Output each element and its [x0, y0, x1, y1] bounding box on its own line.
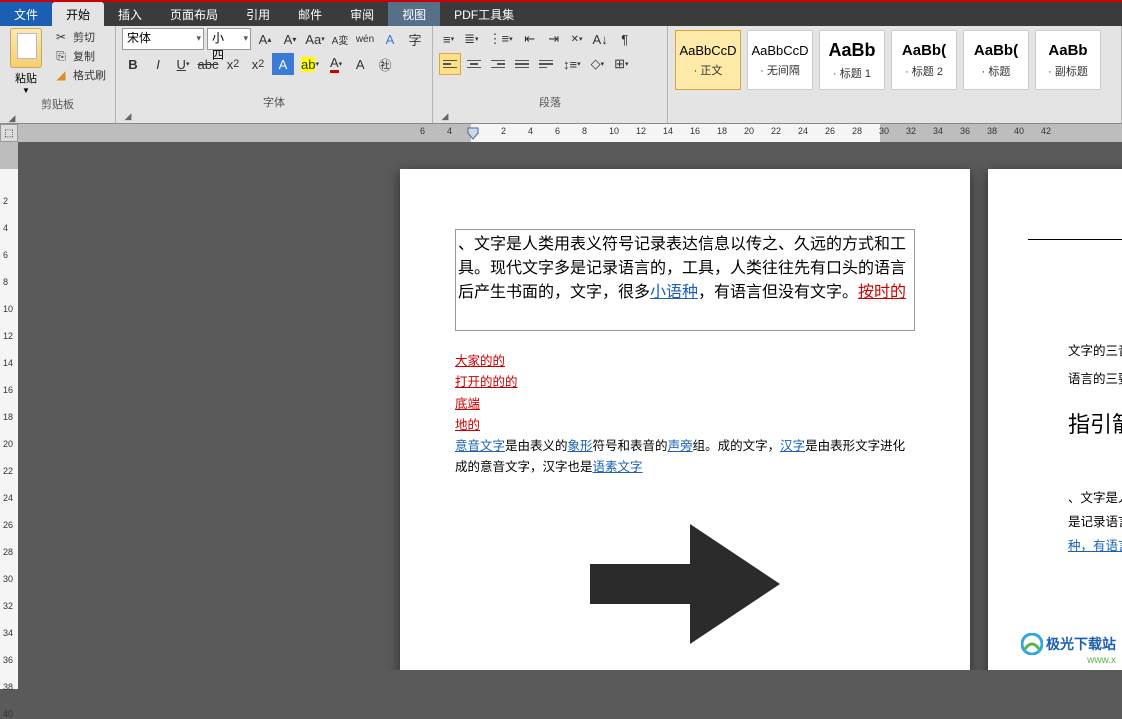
line-spacing-button[interactable]: ↕≡▾ — [559, 53, 585, 75]
vertical-ruler[interactable]: 246810121416182022242628303234363840 — [0, 142, 18, 670]
scissors-icon: ✂ — [53, 29, 69, 45]
link-small-language[interactable]: 小语种 — [650, 284, 698, 301]
grow-font-button[interactable]: A▴ — [254, 28, 276, 50]
font-group-label: 字体 — [263, 97, 285, 109]
brush-icon: ◢ — [53, 67, 69, 83]
tab-review[interactable]: 审阅 — [336, 2, 388, 26]
tab-home[interactable]: 开始 — [52, 2, 104, 26]
tab-insert[interactable]: 插入 — [104, 2, 156, 26]
p2-title: 指引箭 — [1068, 404, 1122, 446]
link-pictograph[interactable]: 象形 — [568, 439, 593, 453]
text-effect-button[interactable]: A — [272, 53, 294, 75]
p2-line-2: 语言的三要 — [1068, 368, 1122, 392]
link-timely[interactable]: 按时的 — [858, 284, 906, 301]
style-标题 2[interactable]: AaBb(· 标题 2 — [891, 30, 957, 90]
show-marks-button[interactable]: ¶ — [614, 28, 636, 50]
page-1: 、文字是人类用表义符号记录表达信息以传之、久远的方式和工具。现代文字多是记录语言… — [400, 169, 970, 670]
link-l4[interactable]: 地的 — [455, 418, 480, 432]
align-center-button[interactable] — [463, 53, 485, 75]
align-justify-button[interactable] — [511, 53, 533, 75]
paste-button[interactable]: 粘贴 ▼ — [6, 28, 46, 95]
tab-layout[interactable]: 页面布局 — [156, 2, 232, 26]
p2-body-1: 、文字是人类 — [1068, 487, 1122, 511]
ribbon: 粘贴 ▼ ✂剪切 ⎘复制 ◢格式刷 剪贴板 ◢ 宋体▾ 小四▾ A▴ A▾ Aa… — [0, 26, 1122, 124]
text-cursor-frame: 、文字是人类用表义符号记录表达信息以传之、久远的方式和工具。现代文字多是记录语言… — [455, 229, 915, 331]
style-标题[interactable]: AaBb(· 标题 — [963, 30, 1029, 90]
clipboard-group-label: 剪贴板 — [41, 99, 74, 111]
numbering-button[interactable]: ≣▾ — [460, 28, 482, 50]
font-size-select[interactable]: 小四▾ — [207, 28, 251, 50]
p2-body-2: 是记录语言的 — [1068, 511, 1122, 535]
link-ideophonetic[interactable]: 意音文字 — [455, 439, 505, 453]
bold-button[interactable]: B — [122, 53, 144, 75]
italic-button[interactable]: I — [147, 53, 169, 75]
align-distribute-button[interactable] — [535, 53, 557, 75]
underline-button[interactable]: U▾ — [172, 53, 194, 75]
link-hanzi[interactable]: 汉字 — [780, 439, 805, 453]
copy-button[interactable]: ⎘复制 — [50, 47, 109, 65]
char-border-button[interactable]: wén — [354, 28, 376, 50]
shrink-font-button[interactable]: A▾ — [279, 28, 301, 50]
arrow-shape-icon — [585, 509, 785, 659]
align-left-button[interactable] — [439, 53, 461, 75]
increase-indent-button[interactable]: ⇥ — [543, 28, 565, 50]
document-canvas[interactable]: 、文字是人类用表义符号记录表达信息以传之、久远的方式和工具。现代文字多是记录语言… — [18, 142, 1122, 670]
logo-icon — [1021, 633, 1043, 655]
link-morpheme[interactable]: 语素文字 — [593, 460, 643, 474]
watermark: 极光下载站 www.x — [1021, 633, 1116, 666]
link-l1[interactable]: 大家的的 — [455, 354, 505, 368]
shading-button[interactable]: ◇▾ — [587, 53, 609, 75]
tab-file[interactable]: 文件 — [0, 2, 52, 26]
tab-view[interactable]: 视图 — [388, 2, 440, 26]
link-species[interactable]: 种，有语言但 — [1068, 539, 1122, 553]
change-case-button[interactable]: Aa▾ — [304, 28, 326, 50]
align-right-button[interactable] — [487, 53, 509, 75]
style-副标题[interactable]: AaBb· 副标题 — [1035, 30, 1101, 90]
phonetic-guide-button[interactable]: A変 — [329, 28, 351, 50]
style-无间隔[interactable]: AaBbCcD· 无间隔 — [747, 30, 813, 90]
group-clipboard: 粘贴 ▼ ✂剪切 ⎘复制 ◢格式刷 剪贴板 ◢ — [0, 26, 116, 123]
borders-button[interactable]: ⊞▾ — [610, 53, 632, 75]
enclose-button[interactable]: 字 — [404, 28, 426, 50]
superscript-button[interactable]: x2 — [247, 53, 269, 75]
group-font: 宋体▾ 小四▾ A▴ A▾ Aa▾ A変 wén A 字 B I U▾ abc … — [116, 26, 433, 123]
style-标题 1[interactable]: AaBb· 标题 1 — [819, 30, 885, 90]
horizontal-ruler[interactable]: 6422468101214161820222426283032343638404… — [18, 124, 1122, 142]
ribbon-tabs: 文件 开始 插入 页面布局 引用 邮件 审阅 视图 PDF工具集 — [0, 2, 1122, 26]
paste-label: 粘贴 — [15, 70, 37, 86]
decrease-indent-button[interactable]: ⇤ — [519, 28, 541, 50]
group-styles: AaBbCcD· 正文AaBbCcD· 无间隔AaBb· 标题 1AaBb(· … — [668, 26, 1122, 123]
subscript-button[interactable]: x2 — [222, 53, 244, 75]
tab-mail[interactable]: 邮件 — [284, 2, 336, 26]
font-name-select[interactable]: 宋体▾ — [122, 28, 204, 50]
sort-button[interactable]: A↓ — [589, 28, 612, 50]
style-正文[interactable]: AaBbCcD· 正文 — [675, 30, 741, 90]
page-2: 文字的三音-- 语言的三要 指引箭 、文字是人类 是记录语言的 种，有语言但 — [988, 169, 1122, 670]
tab-reference[interactable]: 引用 — [232, 2, 284, 26]
watermark-url: www.x — [1021, 655, 1116, 666]
text-direction-button[interactable]: ✕▾ — [567, 28, 587, 50]
highlight-button[interactable]: ab▾ — [297, 53, 323, 75]
link-l2[interactable]: 打开的的的 — [455, 375, 518, 389]
bullets-button[interactable]: ≡▾ — [439, 28, 458, 50]
clear-format-button[interactable]: A — [379, 28, 401, 50]
group-paragraph: ≡▾ ≣▾ ⋮≡▾ ⇤ ⇥ ✕▾ A↓ ¶ ↕≡▾ ◇▾ ⊞▾ 段落 ◢ — [433, 26, 668, 123]
link-phonetic-comp[interactable]: 声旁 — [668, 439, 693, 453]
enclose-char-button[interactable]: ㊓ — [374, 53, 396, 75]
char-shading-button[interactable]: A — [349, 53, 371, 75]
copy-icon: ⎘ — [53, 48, 69, 64]
multilevel-button[interactable]: ⋮≡▾ — [485, 28, 517, 50]
link-l3[interactable]: 底端 — [455, 397, 480, 411]
font-color-button[interactable]: A▾ — [326, 53, 346, 75]
p2-line-1: 文字的三音-- — [1068, 340, 1122, 364]
paste-icon — [10, 28, 42, 68]
paragraph-group-label: 段落 — [539, 97, 561, 109]
tab-pdf[interactable]: PDF工具集 — [440, 2, 528, 26]
cut-button[interactable]: ✂剪切 — [50, 28, 109, 46]
ruler-corner[interactable]: ⬚ — [0, 124, 18, 142]
format-painter-button[interactable]: ◢格式刷 — [50, 66, 109, 84]
